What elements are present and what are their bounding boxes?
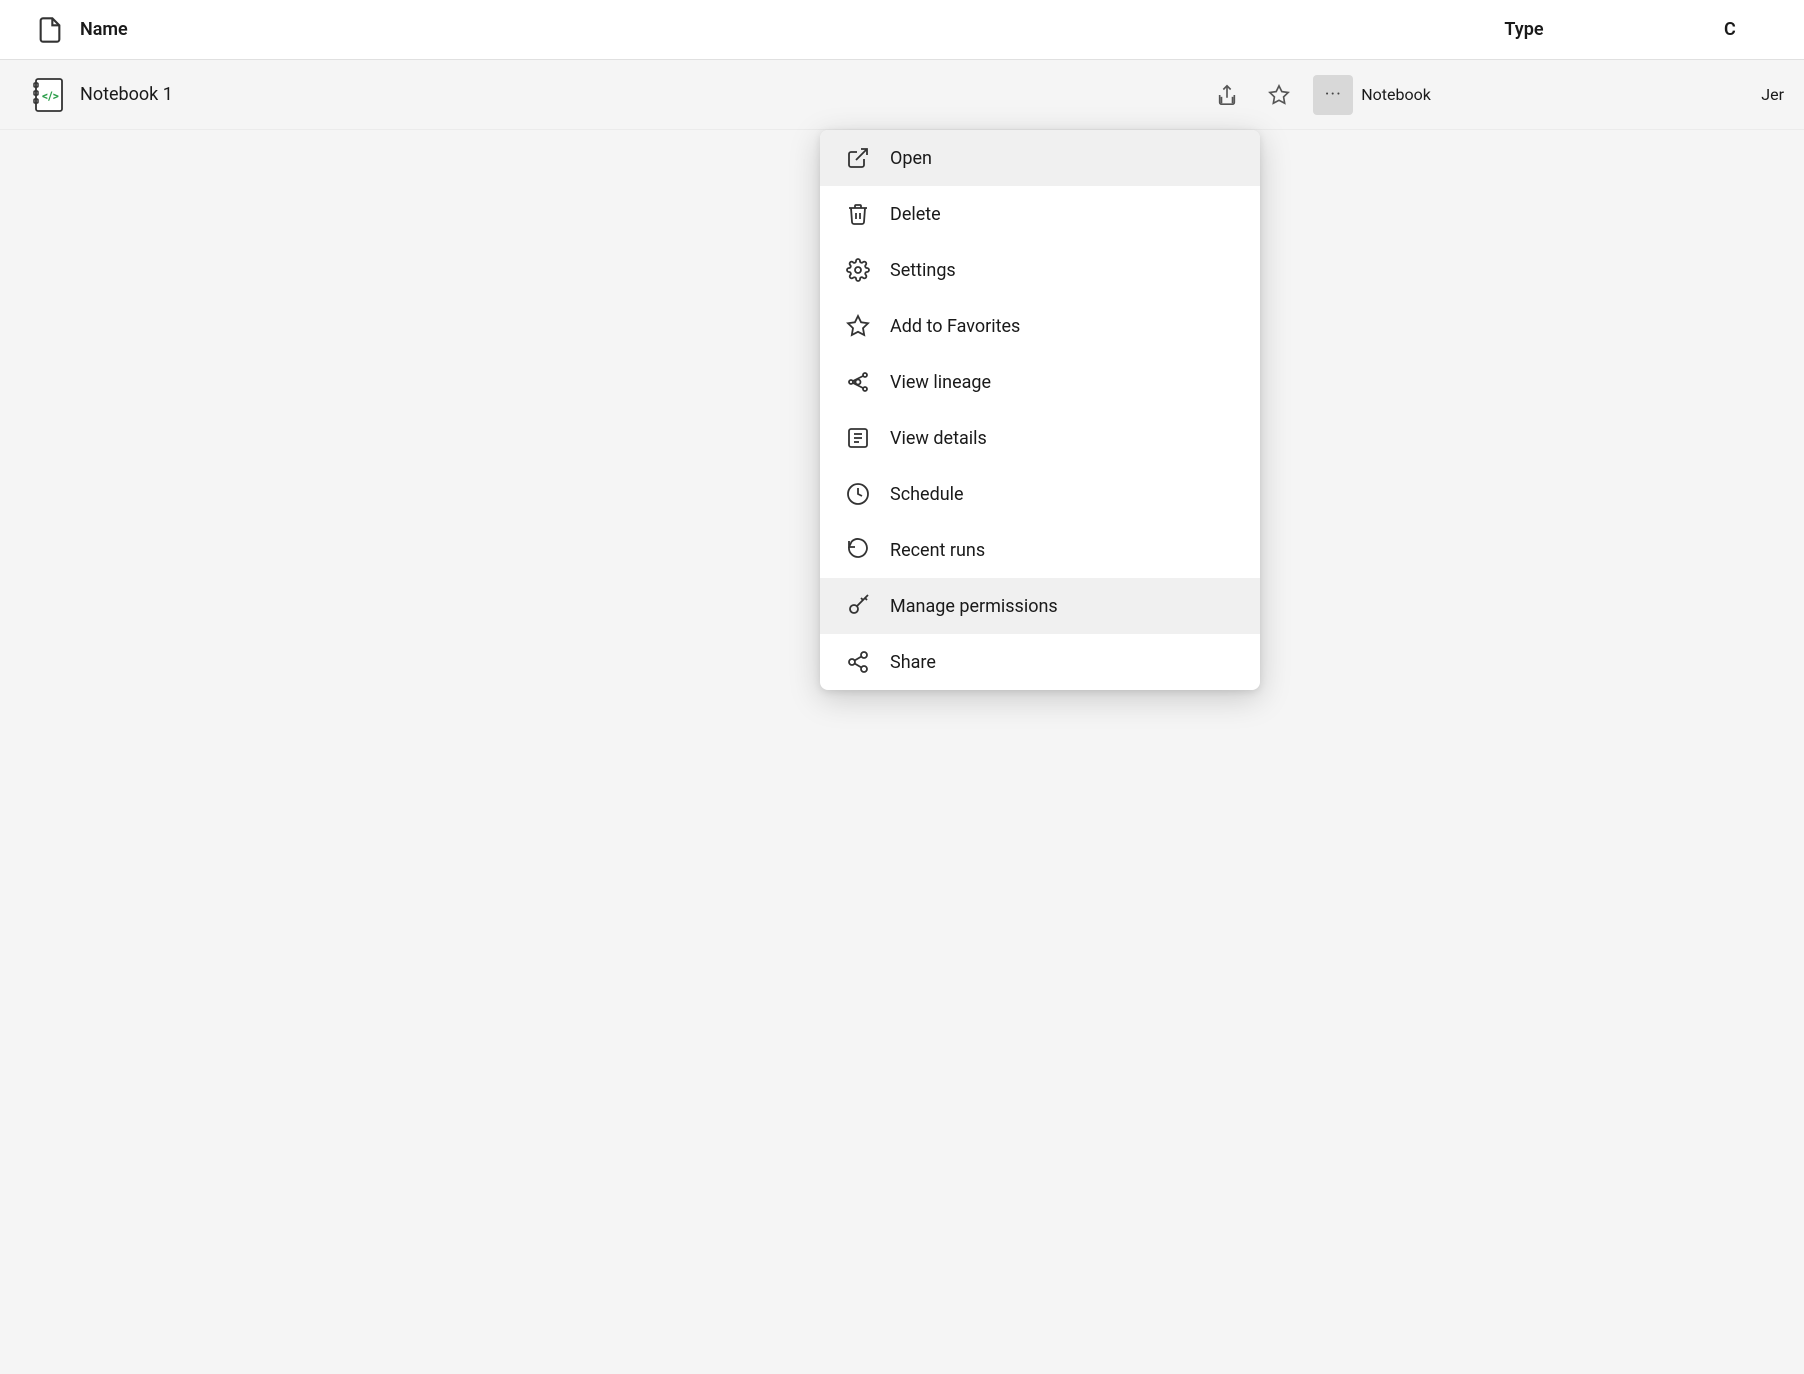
menu-item-settings[interactable]: Settings xyxy=(820,242,1260,298)
favorite-quick-button[interactable] xyxy=(1261,77,1297,113)
menu-item-recent-runs[interactable]: Recent runs xyxy=(820,522,1260,578)
recent-runs-icon xyxy=(844,536,872,564)
key-icon xyxy=(844,592,872,620)
header-extra: C xyxy=(1724,19,1784,40)
menu-item-label-settings: Settings xyxy=(890,260,956,281)
row-notebook-icon: </> xyxy=(20,77,80,113)
delete-icon xyxy=(844,200,872,228)
header-name: Name xyxy=(80,19,1324,40)
row-item-type: Notebook xyxy=(1361,85,1761,104)
menu-item-schedule[interactable]: Schedule xyxy=(820,466,1260,522)
star-icon xyxy=(844,312,872,340)
details-icon xyxy=(844,424,872,452)
table-row: </> Notebook 1 ··· xyxy=(0,60,1804,130)
menu-item-share[interactable]: Share xyxy=(820,634,1260,690)
menu-item-label-manage-permissions: Manage permissions xyxy=(890,596,1058,617)
menu-item-view-lineage[interactable]: View lineage xyxy=(820,354,1260,410)
open-icon xyxy=(844,144,872,172)
share-icon xyxy=(844,648,872,676)
menu-item-label-schedule: Schedule xyxy=(890,484,964,505)
row-item-owner: Jer xyxy=(1761,85,1784,104)
menu-item-label-delete: Delete xyxy=(890,204,941,225)
menu-item-label-add-to-favorites: Add to Favorites xyxy=(890,316,1020,337)
menu-item-delete[interactable]: Delete xyxy=(820,186,1260,242)
menu-item-label-view-details: View details xyxy=(890,428,987,449)
menu-item-label-open: Open xyxy=(890,148,932,169)
settings-icon xyxy=(844,256,872,284)
table-header: Name Type C xyxy=(0,0,1804,60)
menu-item-add-to-favorites[interactable]: Add to Favorites xyxy=(820,298,1260,354)
lineage-icon xyxy=(844,368,872,396)
svg-text:</>: </> xyxy=(42,89,59,103)
header-type: Type xyxy=(1324,19,1724,40)
schedule-icon xyxy=(844,480,872,508)
menu-item-open[interactable]: Open xyxy=(820,130,1260,186)
menu-item-label-view-lineage: View lineage xyxy=(890,372,991,393)
more-options-button[interactable]: ··· xyxy=(1313,75,1353,115)
row-actions: ··· xyxy=(1209,75,1353,115)
menu-item-manage-permissions[interactable]: Manage permissions xyxy=(820,578,1260,634)
header-file-icon xyxy=(20,16,80,44)
share-quick-button[interactable] xyxy=(1209,77,1245,113)
menu-item-label-share: Share xyxy=(890,652,936,673)
row-item-name: Notebook 1 xyxy=(80,84,1209,105)
menu-item-view-details[interactable]: View details xyxy=(820,410,1260,466)
menu-item-label-recent-runs: Recent runs xyxy=(890,540,985,561)
context-menu: Open Delete Settings Add to Favorites View l… xyxy=(820,130,1260,690)
